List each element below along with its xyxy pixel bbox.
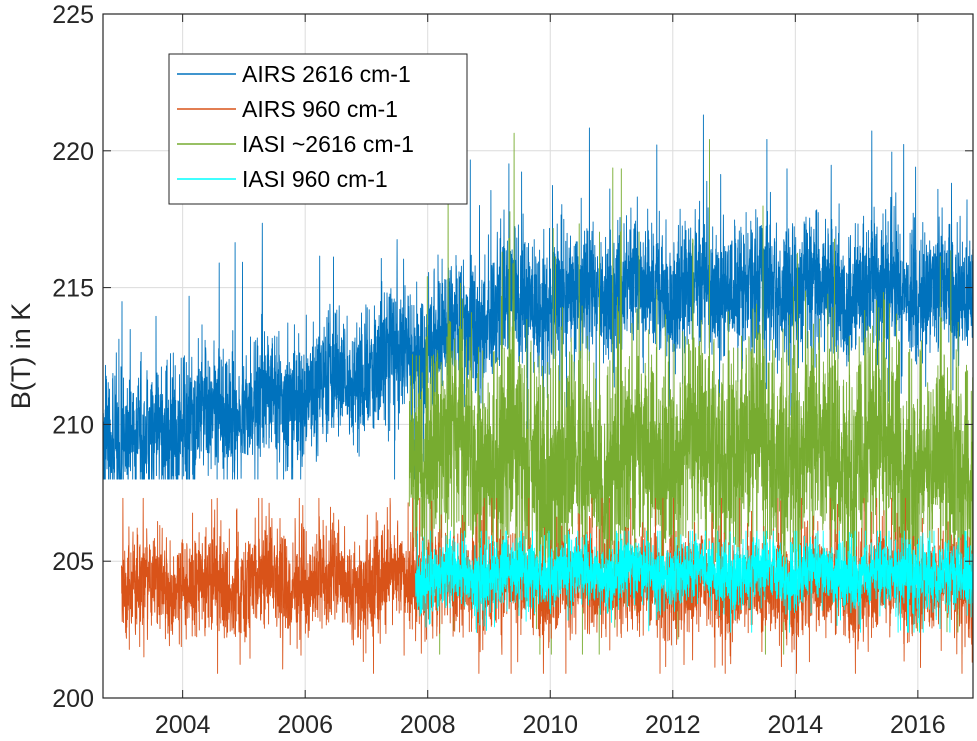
legend-label-1: AIRS 2616 cm-1 xyxy=(242,61,411,87)
y-tick-label: 215 xyxy=(52,275,94,303)
x-tick-label: 2008 xyxy=(400,711,456,739)
chart: 2004 2006 2008 2010 2012 2014 2016 200 205 210 21… xyxy=(0,0,977,741)
legend: AIRS 2616 cm-1 AIRS 960 cm-1 IASI ~2616 cm… xyxy=(168,53,468,205)
y-tick-label: 200 xyxy=(52,685,94,713)
x-tick-label: 2012 xyxy=(645,711,701,739)
legend-label-4: IASI 960 cm-1 xyxy=(242,166,388,192)
y-tick-label: 205 xyxy=(52,548,94,576)
x-tick-label: 2016 xyxy=(890,711,946,739)
x-tick-label: 2014 xyxy=(768,711,824,739)
x-tick-label: 2010 xyxy=(522,711,578,739)
x-tick-label: 2006 xyxy=(277,711,333,739)
y-tick-label: 210 xyxy=(52,411,94,439)
y-tick-label: 220 xyxy=(52,138,94,166)
y-tick-label: 225 xyxy=(52,1,94,29)
legend-label-2: AIRS 960 cm-1 xyxy=(242,96,398,122)
x-tick-label: 2004 xyxy=(155,711,211,739)
y-axis-label: B(T) in K xyxy=(6,303,36,410)
legend-label-3: IASI ~2616 cm-1 xyxy=(242,131,414,157)
